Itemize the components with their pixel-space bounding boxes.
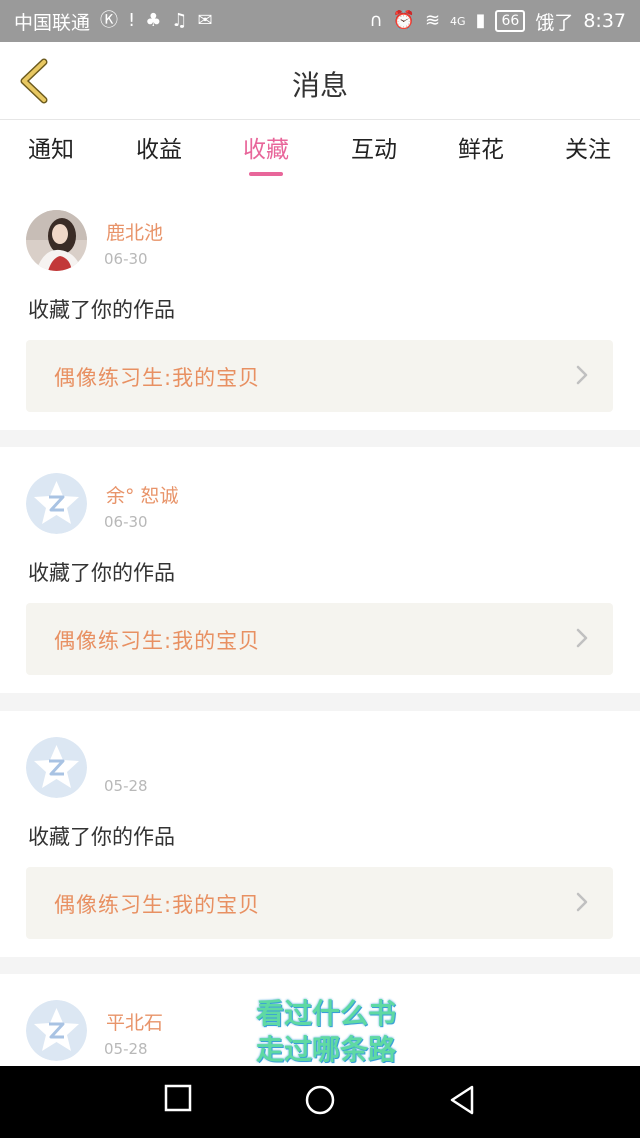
item-date: 05-28 — [104, 777, 148, 795]
qzone-default-avatar-icon — [26, 737, 87, 798]
tab-interaction[interactable]: 互动 — [329, 130, 419, 182]
message-list[interactable]: 鹿北池 06-30 收藏了你的作品 偶像练习生:我的宝贝 余° 恕诚 06-30… — [0, 182, 640, 1066]
bell-icon: ♣ — [145, 10, 162, 31]
item-date: 06-30 — [104, 513, 148, 531]
work-link[interactable]: 偶像练习生:我的宝贝 — [26, 603, 613, 675]
tab-income[interactable]: 收益 — [114, 130, 204, 182]
tab-flowers[interactable]: 鲜花 — [436, 130, 526, 182]
system-navigation-bar — [0, 1066, 640, 1138]
page-title: 消息 — [291, 69, 348, 102]
status-right-text: 饿了 — [535, 11, 574, 34]
back-nav-button[interactable] — [448, 1084, 476, 1120]
avatar[interactable] — [26, 210, 87, 271]
watermark-line-1: 看过什么书 — [255, 997, 396, 1030]
avatar[interactable] — [26, 737, 87, 798]
list-item: 鹿北池 06-30 收藏了你的作品 偶像练习生:我的宝贝 — [0, 182, 640, 430]
tab-bar: 通知 收益 收藏 互动 鲜花 关注 — [0, 120, 640, 182]
tab-notice[interactable]: 通知 — [6, 130, 96, 182]
message-text: 收藏了你的作品 — [28, 561, 175, 585]
work-title: 偶像练习生:我的宝贝 — [54, 893, 261, 917]
item-date: 06-30 — [104, 250, 148, 268]
status-left: 中国联通 Ⓚ ! ♣ ♫ ✉ — [14, 8, 213, 35]
user-name[interactable]: 鹿北池 — [106, 218, 163, 245]
status-right: ∩ ⏰ ≋ 4G ▮ 66 饿了 8:37 — [369, 8, 626, 35]
alarm-icon: ⏰ — [392, 10, 415, 31]
music-icon: ♫ — [171, 10, 188, 31]
avatar[interactable] — [26, 1000, 87, 1061]
watermark-line-2: 走过哪条路 — [255, 1033, 396, 1066]
work-link[interactable]: 偶像练习生:我的宝贝 — [26, 340, 613, 412]
alert-icon: ! — [128, 10, 136, 31]
status-bar: 中国联通 Ⓚ ! ♣ ♫ ✉ ∩ ⏰ ≋ 4G ▮ 66 饿了 8:37 — [0, 0, 640, 42]
chevron-right-icon — [576, 892, 588, 912]
status-time: 8:37 — [583, 10, 626, 32]
tab-following[interactable]: 关注 — [543, 130, 633, 182]
triangle-back-icon — [450, 1085, 474, 1115]
network-type: 4G — [450, 14, 466, 28]
wechat-icon: ✉ — [197, 10, 213, 31]
qzone-default-avatar-icon — [26, 1000, 87, 1061]
header: 消息 — [0, 42, 640, 120]
work-title: 偶像练习生:我的宝贝 — [54, 366, 261, 390]
circle-icon — [305, 1085, 335, 1115]
k-icon: Ⓚ — [100, 10, 119, 31]
carrier-label: 中国联通 — [14, 11, 91, 34]
headphone-icon: ∩ — [369, 10, 383, 31]
chevron-right-icon — [576, 628, 588, 648]
user-name[interactable]: 平北石 — [106, 1008, 163, 1035]
item-date: 05-28 — [104, 1040, 148, 1058]
watermark-overlay: 看过什么书 走过哪条路 — [236, 996, 416, 1068]
chevron-right-icon — [576, 365, 588, 385]
message-text: 收藏了你的作品 — [28, 825, 175, 849]
signal-icon: ▮ — [475, 10, 486, 31]
user-name[interactable]: 余° 恕诚 — [106, 481, 179, 508]
home-button[interactable] — [304, 1084, 336, 1120]
work-link[interactable]: 偶像练习生:我的宝贝 — [26, 867, 613, 939]
list-item: 余° 恕诚 06-30 收藏了你的作品 偶像练习生:我的宝贝 — [0, 447, 640, 693]
message-text: 收藏了你的作品 — [28, 298, 175, 322]
qzone-default-avatar-icon — [26, 473, 87, 534]
recent-apps-button[interactable] — [164, 1084, 192, 1116]
wifi-icon: ≋ — [424, 10, 441, 31]
work-title: 偶像练习生:我的宝贝 — [54, 629, 261, 653]
square-icon — [164, 1084, 192, 1112]
user-photo-icon — [26, 210, 87, 271]
avatar[interactable] — [26, 473, 87, 534]
list-item: 05-28 收藏了你的作品 偶像练习生:我的宝贝 — [0, 711, 640, 957]
battery-indicator: 66 — [495, 10, 526, 32]
active-tab-indicator — [249, 172, 283, 176]
